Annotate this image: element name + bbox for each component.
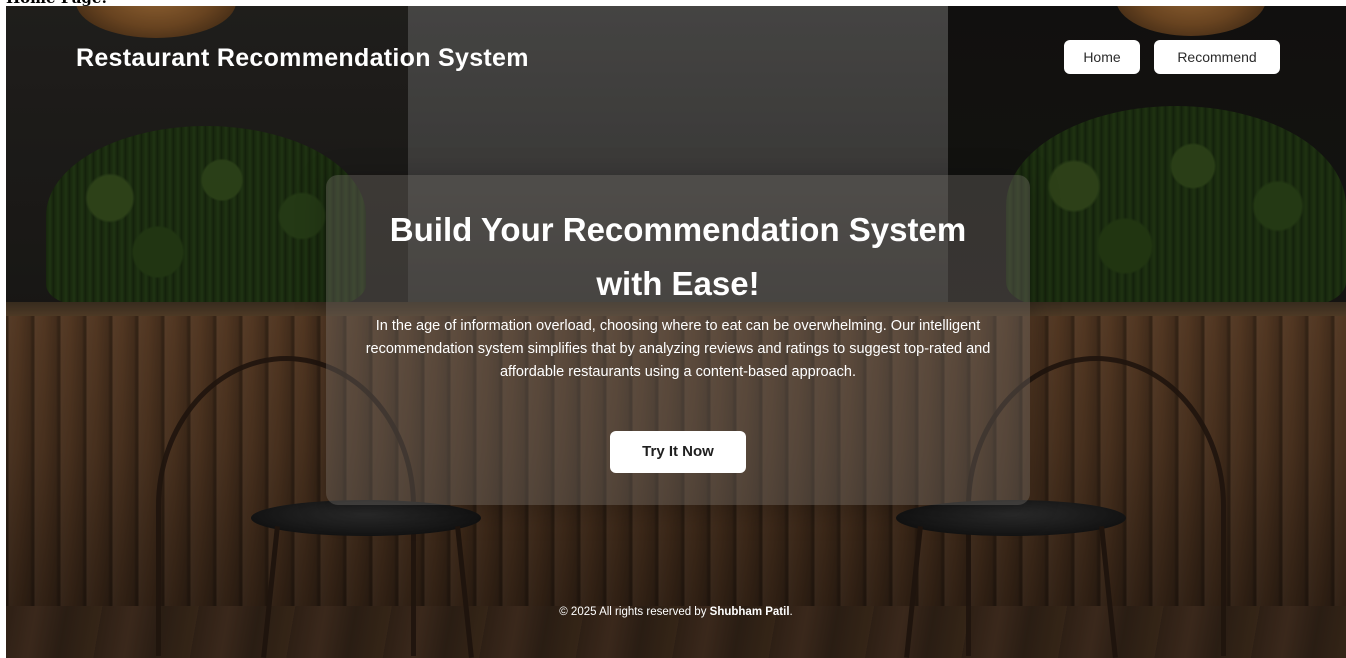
footer-period: . (789, 606, 793, 618)
nav-recommend-button[interactable]: Recommend (1154, 40, 1280, 74)
hero-description: In the age of information overload, choo… (365, 318, 991, 380)
navbar: Restaurant Recommendation System Home Re… (6, 6, 1346, 106)
footer-copyright: © 2025 All rights reserved by (559, 606, 707, 618)
footer: © 2025 All rights reserved by Shubham Pa… (6, 606, 1346, 618)
hero-card: Build Your Recommendation System with Ea… (326, 175, 1030, 505)
browser-viewport: Restaurant Recommendation System Home Re… (6, 6, 1346, 658)
nav-home-button[interactable]: Home (1064, 40, 1140, 74)
footer-author: Shubham Patil (709, 606, 790, 618)
site-brand[interactable]: Restaurant Recommendation System (76, 44, 529, 73)
hero-title: Build Your Recommendation System with Ea… (389, 211, 967, 302)
try-it-now-button[interactable]: Try It Now (610, 431, 746, 473)
